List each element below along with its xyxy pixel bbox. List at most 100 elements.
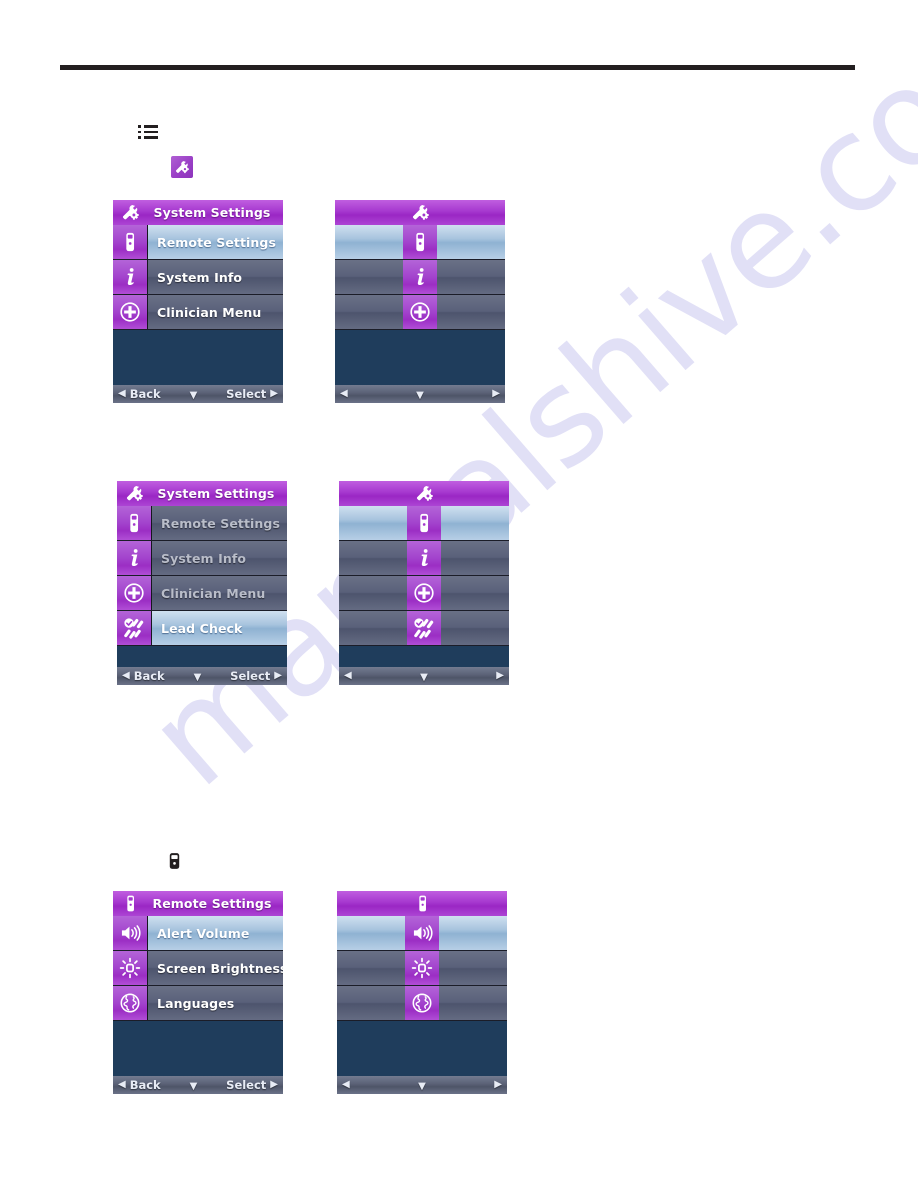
screen-header: Remote Settings [113,891,283,916]
scroll-down-button[interactable]: ▼ [161,1078,226,1092]
menu-item[interactable] [335,295,505,330]
menu-item[interactable] [337,916,507,951]
scroll-down-button[interactable]: ▼ [350,1078,495,1092]
device-screen-remote-settings-iconic[interactable]: ◀ ▼ ▶ [337,891,507,1094]
right-arrow-icon: ▶ [494,1079,502,1090]
right-arrow-icon: ▶ [270,388,278,399]
back-button[interactable]: ◀ Back [118,387,161,401]
menu-item[interactable]: Lead Check [117,611,287,646]
menu-item-label: Clinician Menu [152,576,287,610]
lead-check-icon [414,618,434,639]
left-arrow-icon: ◀ [344,670,352,681]
left-arrow-icon: ◀ [122,670,130,681]
select-button[interactable]: Select ▶ [226,1078,278,1092]
menu-item[interactable] [339,576,509,611]
select-button[interactable]: ▶ [492,389,500,399]
back-label: Back [129,387,161,401]
menu-item-remote-icon [117,506,152,540]
menu-item-left-band [337,916,405,950]
scroll-down-button[interactable]: ▼ [348,387,493,401]
select-button[interactable]: ▶ [496,671,504,681]
menu-item-left-band [335,260,403,294]
menu-item-right-band [437,260,505,294]
device-screen-system-settings-iconic[interactable]: ◀ ▼ ▶ [335,200,505,403]
header-remote-icon [405,891,439,916]
menu-item[interactable] [339,506,509,541]
select-button[interactable]: Select ▶ [230,669,282,683]
right-arrow-icon: ▶ [270,1079,278,1090]
select-label: Select [230,669,271,683]
header-system-settings-icon [117,481,151,506]
select-button[interactable]: ▶ [494,1080,502,1090]
menu-item-label: Languages [148,986,283,1020]
menu-item[interactable] [339,541,509,576]
back-button[interactable]: ◀ [342,1080,350,1090]
scroll-down-button[interactable]: ▼ [165,669,230,683]
system-settings-icon [122,205,139,220]
menu-item-label: System Info [148,260,283,294]
menu-item[interactable] [335,225,505,260]
system-settings-icon [416,486,433,501]
menu-item[interactable]: Clinician Menu [113,295,283,330]
menu-item-volume-icon [405,916,439,950]
menu-item-remote-icon [113,225,148,259]
device-screen-lead-check-labeled[interactable]: System Settings Remote Settings System Inf… [117,481,287,685]
menu-item[interactable]: Remote Settings [113,225,283,260]
system-settings-icon [126,486,143,501]
lead-check-icon [124,618,144,639]
info-icon [131,549,138,567]
menu-item[interactable] [339,611,509,646]
device-screen-remote-settings-labeled[interactable]: Remote Settings Alert Volume Screen Bright… [113,891,283,1094]
menu-list [335,225,505,330]
menu-item-right-band [437,225,505,259]
menu-item-plus-circle-icon [113,295,148,329]
remote-icon [418,895,426,912]
menu-item[interactable]: Clinician Menu [117,576,287,611]
down-arrow-icon: ▼ [189,1081,198,1092]
menu-item-lead-check-icon [117,611,152,645]
plus-circle-icon [120,302,140,322]
menu-item-label: Clinician Menu [148,295,283,329]
menu-item[interactable]: Remote Settings [117,506,287,541]
menu-item-info-icon [403,260,437,294]
scroll-down-button[interactable]: ▼ [161,387,226,401]
screen-header [339,481,509,506]
globe-icon [412,993,432,1013]
menu-item-right-band [441,576,509,610]
menu-item[interactable]: Languages [113,986,283,1021]
menu-item-left-band [335,225,403,259]
menu-item[interactable]: Alert Volume [113,916,283,951]
scroll-down-button[interactable]: ▼ [352,669,497,683]
right-arrow-icon: ▶ [492,388,500,399]
menu-item-right-band [439,916,507,950]
left-arrow-icon: ◀ [342,1079,350,1090]
menu-item-label: Alert Volume [148,916,283,950]
menu-item[interactable] [337,951,507,986]
remote-icon [126,895,134,912]
device-screen-system-settings-labeled[interactable]: System Settings Remote Settings System Inf… [113,200,283,403]
menu-item[interactable] [335,260,505,295]
back-button[interactable]: ◀ [344,671,352,681]
screen-header: System Settings [113,200,283,225]
screen-footer: ◀ Back ▼ Select ▶ [113,385,283,403]
back-button[interactable]: ◀ [340,389,348,399]
menu-item-label: Screen Brightness [148,951,283,985]
menu-item-volume-icon [113,916,148,950]
down-arrow-icon: ▼ [193,672,202,683]
menu-item[interactable]: System Info [117,541,287,576]
menu-item[interactable] [337,986,507,1021]
menu-item-right-band [441,611,509,645]
menu-item[interactable]: Screen Brightness [113,951,283,986]
screen-empty-area [335,330,505,385]
back-button[interactable]: ◀ Back [118,1078,161,1092]
menu-item[interactable]: System Info [113,260,283,295]
select-button[interactable]: Select ▶ [226,387,278,401]
back-button[interactable]: ◀ Back [122,669,165,683]
device-screen-lead-check-iconic[interactable]: ◀ ▼ ▶ [339,481,509,685]
plus-circle-icon [410,302,430,322]
menu-item-plus-circle-icon [407,576,441,610]
globe-icon [120,993,140,1013]
menu-list: Remote Settings System Info Clinician Menu [113,225,283,330]
screen-header: System Settings [117,481,287,506]
screen-title: System Settings [157,486,275,501]
